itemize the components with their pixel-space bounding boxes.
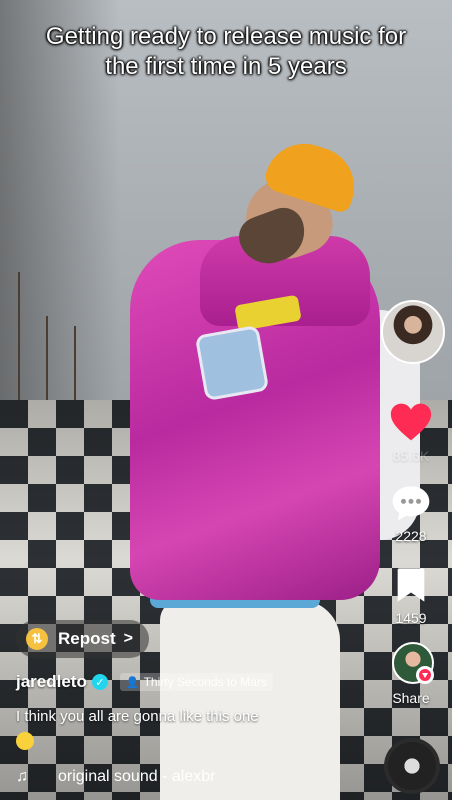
- background-plant: [18, 272, 20, 412]
- person-icon: 👤: [125, 676, 140, 689]
- repost-label: Repost: [58, 629, 116, 648]
- verified-badge-icon: ✓: [91, 674, 108, 690]
- share-arrow-icon: [419, 669, 431, 681]
- video-caption: Getting ready to release music for the f…: [45, 23, 407, 80]
- like-count: 85.6K: [392, 448, 430, 464]
- heart-icon: [390, 403, 432, 441]
- comment-count: 2228: [395, 528, 427, 544]
- repost-button[interactable]: ⇅ Repost >: [16, 620, 149, 658]
- video-description: I think you all are gonna like this one: [16, 708, 259, 725]
- music-disc-icon[interactable]: [384, 738, 440, 794]
- music-note-icon: ♫: [16, 768, 28, 785]
- author-row: jaredleto ✓ 👤 Thirty Seconds to Mars: [16, 672, 273, 692]
- smiley-emoji-icon: [16, 732, 34, 750]
- comment-icon: [392, 486, 430, 521]
- creator-avatar[interactable]: [381, 300, 445, 364]
- vest-patch: [194, 324, 270, 402]
- like-button[interactable]: 85.6K: [381, 402, 441, 464]
- share-badge-icon: [416, 666, 434, 684]
- comment-button[interactable]: 2228: [381, 484, 441, 544]
- sound-row[interactable]: ♫ original sound - alexbr: [16, 768, 215, 786]
- bookmark-count: 1459: [395, 610, 427, 626]
- chevron-right-icon: >: [123, 630, 133, 647]
- bookmark-button[interactable]: 1459: [381, 566, 441, 626]
- repost-icon: ⇅: [26, 628, 48, 650]
- share-button[interactable]: Share: [381, 690, 441, 706]
- share-label: Share: [392, 690, 430, 706]
- group-tag[interactable]: 👤 Thirty Seconds to Mars: [119, 673, 273, 691]
- sound-label: original sound - alexbr: [58, 768, 216, 785]
- group-tag-label: Thirty Seconds to Mars: [143, 675, 267, 689]
- author-username[interactable]: jaredleto: [16, 672, 87, 692]
- bookmark-icon: [397, 568, 425, 602]
